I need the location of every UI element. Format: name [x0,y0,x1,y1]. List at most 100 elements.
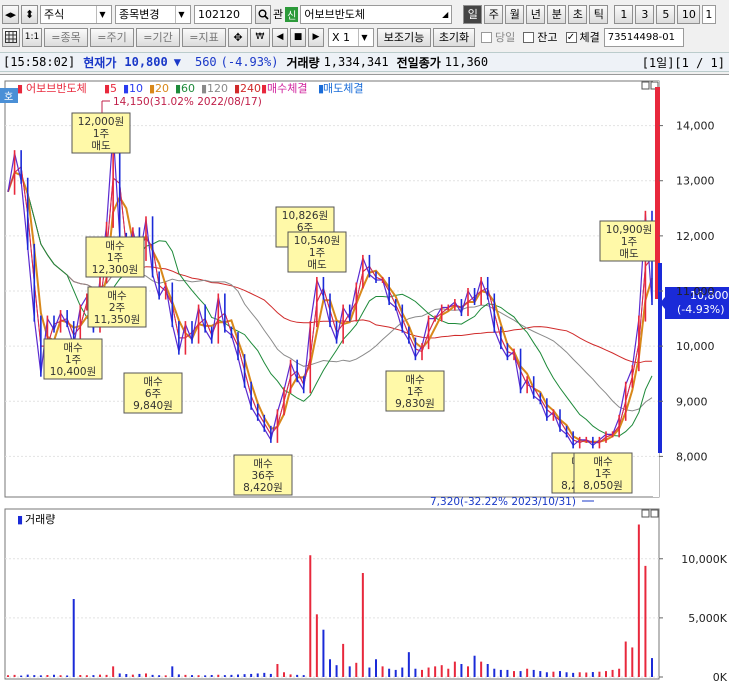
trade-box-text: 1주 [107,252,124,264]
period-week-button[interactable]: 주 [484,4,504,24]
multiplier-select[interactable]: X 1 ▼ [328,27,374,47]
chevron-down-icon: ▼ [358,28,370,46]
page-indicator[interactable]: [1일][1 / 1] [642,54,725,71]
period-tick-button[interactable]: 틱 [589,4,609,24]
trade-box-text: 매도 [619,248,639,260]
price-info-bar: [15:58:02] 현재가 10,800 ▼ 560 (-4.93%) 거래량… [0,52,729,72]
legend-volume-marker: ▮ [17,513,23,526]
stock-name-field[interactable]: 어보브반도체 ◢ [300,4,453,24]
volume-maximize-icon[interactable] [641,509,650,518]
period-year-button[interactable]: 년 [526,4,546,24]
chevron-down-icon: ▼ [175,5,187,23]
rewind-icon[interactable]: ◀ [272,27,288,47]
add-indicator-button[interactable]: =지표 [182,27,226,47]
info-time: [15:58:02] [3,55,76,69]
trade-box-text: 매수 [63,342,83,354]
minute-3-button[interactable]: 3 [635,4,655,24]
prev-stock-arrow-icon[interactable]: ◂▸ [2,4,19,24]
forward-icon[interactable]: ▶ [308,27,324,47]
trade-box-text: 12,000원 [78,116,124,128]
current-price-label: 현재가 [83,55,117,70]
updown-arrow-icon[interactable]: ⬍ [21,4,38,24]
legend-ma-20: 20 [155,82,169,95]
stop-icon[interactable]: ■ [290,27,306,47]
trade-box-text: 1주 [621,236,638,248]
trade-box-text: 8,420원 [243,482,283,494]
price-tick-label: 13,000 [676,175,715,188]
panel-maximize-icon[interactable] [641,81,650,90]
trade-box-text: 1주 [65,354,82,366]
reset-button[interactable]: 초기화 [433,27,475,47]
aux-function-button[interactable]: 보조기능 [377,27,431,47]
trade-box-text: 6주 [145,388,162,400]
side-tag[interactable]: 호 [4,91,13,103]
second-toolbar: 1:1 =종목 =주기 =기간 =지표 ✥ ₩ ◀ ■ ▶ X 1 ▼ 보조기능… [0,26,729,48]
change-code-label: 종목변경 [119,8,160,21]
trade-box-text: 8,050원 [583,480,623,492]
relation-label[interactable]: 관 [273,6,283,22]
legend-stock-name: 어보브반도체 [26,82,87,95]
prev-close-value: 11,360 [444,55,489,69]
trade-box-text: 매수 [107,290,127,302]
minute-5-button[interactable]: 5 [656,4,676,24]
execution-label: 체결 [579,31,600,44]
search-icon[interactable] [255,4,271,24]
account-number-field[interactable]: 73514498-01 [603,27,684,47]
legend-ma-5: 5 [110,82,117,95]
legend-buy-exec: 매수체결 [267,82,307,95]
period-month-button[interactable]: 월 [505,4,525,24]
stock-code-input[interactable]: 102120 [194,4,252,24]
legend-ma-10: 10 [129,82,143,95]
chart-window: ◂▸ ⬍ 주식 ▼ 종목변경 ▼ 102120 관 신 어보브반도체 ◢ 일 주… [0,0,729,684]
market-select[interactable]: 주식 ▼ [40,4,112,24]
grid-icon[interactable] [2,27,20,47]
move-cross-icon[interactable]: ✥ [228,27,248,47]
today-checkbox[interactable]: 당일 [481,29,515,45]
trade-box-text: 9,830원 [395,398,435,410]
volume-panel-frame [4,508,660,680]
top-toolbar: ◂▸ ⬍ 주식 ▼ 종목변경 ▼ 102120 관 신 어보브반도체 ◢ 일 주… [0,2,729,26]
legend-volume: 거래량 [25,513,55,526]
minute-1-button[interactable]: 1 [614,4,634,24]
balance-label: 잔고 [537,31,558,44]
multiplier-value: X 1 [332,30,351,44]
stock-name: 어보브반도체 [304,8,366,21]
price-change-pct: (-4.93%) [220,55,279,69]
trade-box-text: 11,350원 [94,314,140,326]
volume-close-icon[interactable] [650,509,659,518]
minute-custom-input[interactable]: 1 [702,4,717,24]
today-label: 당일 [495,31,516,44]
chart-area[interactable]: 호 ▮ 어보브반도체 ▮ 5 ▮ 10 ▮ 20 ▮ 60 ▮ 120 ▮ 240 ▮ 매수체결 ▮ … [0,74,729,684]
change-code-select[interactable]: 종목변경 ▼ [115,4,191,24]
low-note: 7,320(-32.22% 2023/10/31) [430,496,576,508]
credit-badge: 신 [285,6,299,22]
add-period-button[interactable]: =주기 [90,27,134,47]
volume-axis-labels: 10,000K 5,000K 0K [659,553,728,684]
price-tick-label: 11,000 [676,285,715,298]
price-tick-label: 8,000 [676,450,708,463]
trade-box-text: 10,900원 [606,224,652,236]
add-range-button[interactable]: =기간 [136,27,180,47]
execution-checkbox[interactable]: ✓ 체결 [565,29,600,45]
period-second-button[interactable]: 초 [568,4,588,24]
won-unit-icon[interactable]: ₩ [250,27,270,47]
trade-box-text: 1주 [407,386,424,398]
legend-sell-exec: 매도체결 [323,82,363,95]
trade-box-text: 매수 [143,376,163,388]
trade-box-text: 10,400원 [50,366,96,378]
trade-box-text: 1주 [595,468,612,480]
trade-box-text: 매도 [307,259,327,271]
chart-svg[interactable]: 호 ▮ 어보브반도체 ▮ 5 ▮ 10 ▮ 20 ▮ 60 ▮ 120 ▮ 240 ▮ 매수체결 ▮ … [0,75,729,684]
balance-checkbox[interactable]: 잔고 [523,29,558,45]
volume-tick-label: 5,000K [688,612,727,625]
period-minute-button[interactable]: 분 [547,4,567,24]
trade-box-text: 1주 [309,247,326,259]
minute-10-button[interactable]: 10 [677,4,701,24]
add-stock-button[interactable]: =종목 [44,27,88,47]
volume-value: 1,334,341 [323,55,389,69]
ratio-button[interactable]: 1:1 [22,27,42,47]
legend-ma-240: 240 [240,82,261,95]
period-day-button[interactable]: 일 [463,4,483,24]
trade-box-text: 1주 [93,128,110,140]
high-note: 14,150(31.02% 2022/08/17) [113,96,262,108]
